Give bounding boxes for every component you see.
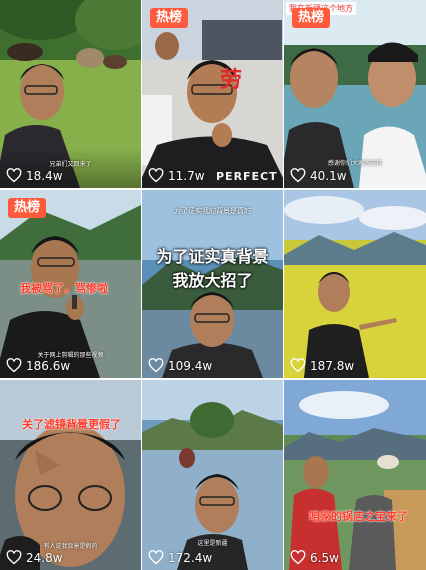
red-caption: 关了滤镜背景更假了 (22, 418, 121, 431)
big-caption-line-2: 我放大招了 (172, 271, 253, 290)
top-caption: 为了证实我的背景是真的 (174, 207, 251, 215)
red-caption: 咱家的锅店之宝来了 (309, 510, 408, 523)
like-count: 187.8w (290, 358, 354, 373)
shirt-text: PERFECT (216, 170, 278, 183)
like-count: 186.6w (6, 358, 70, 373)
video-tile-1[interactable]: 兄弟们又回来了 18.4w (0, 0, 141, 188)
like-count-value: 172.4w (168, 550, 213, 565)
like-count-value: 186.6w (26, 358, 71, 373)
heart-icon (290, 358, 306, 373)
red-caption: 我被骂了，骂惨啦 (20, 282, 108, 295)
heart-icon (290, 168, 306, 183)
heart-icon (6, 550, 22, 565)
like-count-value: 11.7w (168, 168, 205, 183)
video-tile-9[interactable]: 咱家的锅店之宝来了 6.5w (284, 380, 426, 570)
sign-text: 劳 (220, 68, 243, 93)
like-count: 11.7w (148, 168, 205, 183)
video-thumbnail (0, 380, 141, 570)
video-grid: 兄弟们又回来了 18.4w 劳 PERFECT 热榜 11.7w 热榜 感谢你们… (0, 0, 426, 570)
video-subtitle: 感谢你们大家的支持 (327, 160, 382, 167)
hot-badge: 热榜 (8, 198, 47, 218)
heart-icon (6, 358, 22, 373)
like-count: 24.8w (6, 550, 63, 565)
video-thumbnail (142, 0, 283, 188)
like-count-value: 187.8w (310, 358, 355, 373)
video-tile-5[interactable]: 为了证实我的背景是真的 为了证实真背景 我放大招了 109.4w (142, 190, 283, 378)
like-count-value: 18.4w (26, 168, 63, 183)
heart-icon (6, 168, 22, 183)
heart-icon (148, 168, 164, 183)
video-thumbnail (284, 190, 426, 378)
big-caption-line-1: 为了证实真背景 (156, 247, 269, 266)
like-count-value: 24.8w (26, 550, 63, 565)
like-count-value: 40.1w (310, 168, 347, 183)
video-tile-4[interactable]: 热榜 我被骂了，骂惨啦 关于网上剪辑的那些视频 186.6w (0, 190, 141, 378)
like-count: 109.4w (148, 358, 212, 373)
hot-badge: 热榜 (292, 8, 331, 28)
like-count-value: 109.4w (168, 358, 213, 373)
like-count: 40.1w (290, 168, 347, 183)
like-count: 6.5w (290, 550, 339, 565)
like-count-value: 6.5w (310, 550, 339, 565)
video-thumbnail (284, 380, 426, 570)
heart-icon (148, 358, 164, 373)
heart-icon (148, 550, 164, 565)
video-tile-7[interactable]: 关了滤镜背景更假了 有人说我背景是假的 24.8w (0, 380, 141, 570)
video-tile-2[interactable]: 劳 PERFECT 热榜 11.7w (142, 0, 283, 188)
video-tile-6[interactable]: 187.8w (284, 190, 426, 378)
like-count: 172.4w (148, 550, 212, 565)
video-tile-8[interactable]: 这里是新疆 172.4w (142, 380, 283, 570)
video-tile-3[interactable]: 我在新疆这个地方 热榜 感谢你们大家的支持 40.1w (284, 0, 426, 188)
like-count: 18.4w (6, 168, 63, 183)
hot-badge: 热榜 (150, 8, 189, 28)
video-subtitle: 这里是新疆 (197, 540, 228, 547)
heart-icon (290, 550, 306, 565)
